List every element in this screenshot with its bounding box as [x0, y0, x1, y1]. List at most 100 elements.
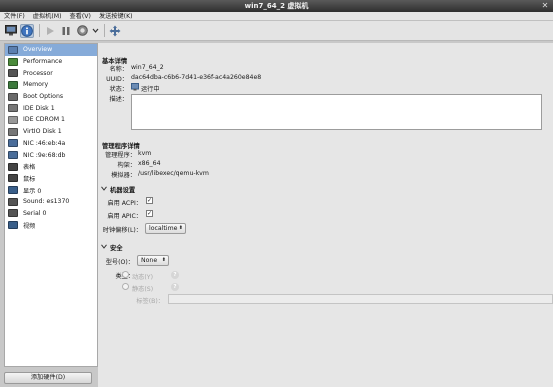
- clock-offset-value: localtime: [149, 225, 178, 232]
- run-button[interactable]: [43, 24, 57, 38]
- sidebar-item-label: Memory: [23, 81, 49, 89]
- sidebar-item-label: NIC :9e:68:db: [23, 151, 66, 159]
- sidebar-item-ide-disk-1[interactable]: IDE Disk 1: [5, 102, 97, 114]
- sidebar-item-label: Boot Options: [23, 93, 64, 101]
- emulator-value: /usr/libexec/qemu-kvm: [138, 170, 209, 177]
- uuid-value: dac64dba-c6b6-7d41-e36f-ac4a260e84e8: [131, 74, 262, 81]
- tablet-icon: [8, 162, 18, 171]
- info-icon: [21, 24, 33, 37]
- mouse-icon: [8, 174, 18, 183]
- apic-checkbox[interactable]: ✓: [146, 210, 153, 217]
- network-icon: [8, 151, 18, 160]
- security-expander-icon[interactable]: [101, 244, 107, 249]
- clock-offset-label: 时钟偏移(L)：: [102, 227, 142, 234]
- hypervisor-label: 管理程序：: [105, 152, 136, 159]
- menu-vm[interactable]: 虚拟机(M): [33, 12, 62, 21]
- machine-settings-expander-icon[interactable]: [101, 186, 107, 191]
- serial-icon: [8, 209, 18, 218]
- sidebar-item-overview[interactable]: Overview: [5, 44, 97, 56]
- help-icon[interactable]: ?: [171, 271, 179, 279]
- sidebar-item-nic-9e-68-db[interactable]: NIC :9e:68:db: [5, 149, 97, 161]
- monitor-icon: [5, 25, 17, 36]
- sidebar-item-label: Serial 0: [23, 209, 47, 217]
- close-icon[interactable]: ✕: [540, 1, 550, 11]
- dynamic-label: 动态(Y): [132, 274, 153, 281]
- sidebar-item-ide-cdrom-1[interactable]: IDE CDROM 1: [5, 114, 97, 126]
- apic-label: 启用 APIC：: [107, 213, 142, 220]
- menu-send-key[interactable]: 发送按键(K): [99, 12, 133, 21]
- disk-icon: [8, 104, 18, 113]
- sidebar-item-label: VirtIO Disk 1: [23, 128, 62, 136]
- security-type-label: 类型：: [102, 271, 134, 280]
- add-hardware-button[interactable]: 添加硬件(D): [4, 372, 92, 384]
- uuid-label: UUID：: [106, 76, 128, 83]
- menu-view[interactable]: 查看(V): [70, 12, 91, 21]
- processor-icon: [8, 69, 18, 78]
- sidebar-item-label: Overview: [23, 46, 53, 54]
- machine-settings-heading: 机器设置: [110, 187, 136, 194]
- console-button[interactable]: [4, 24, 18, 38]
- sidebar-item-nic-46-eb-4a[interactable]: NIC :46:eb:4a: [5, 138, 97, 150]
- details-button[interactable]: [20, 23, 34, 38]
- sidebar-item-label: IDE Disk 1: [23, 104, 55, 112]
- security-model-label: 型号(O)：: [105, 259, 134, 266]
- power-icon: [76, 25, 88, 36]
- fullscreen-button[interactable]: [108, 24, 122, 38]
- hypervisor-value: kvm: [138, 150, 152, 157]
- sidebar-item-label: 表格: [23, 164, 36, 172]
- spinner-arrows-icon: ⬍: [178, 225, 183, 231]
- sound-icon: [8, 197, 18, 206]
- sidebar-item-表格[interactable]: 表格: [5, 161, 97, 173]
- sidebar-item-鼠标[interactable]: 鼠标: [5, 173, 97, 185]
- sidebar-item-label: 鼠标: [23, 175, 36, 183]
- network-icon: [8, 139, 18, 148]
- security-model-select[interactable]: None ⬍: [137, 255, 169, 266]
- description-textarea[interactable]: [131, 94, 542, 130]
- acpi-checkbox[interactable]: ✓: [146, 197, 153, 204]
- pause-icon: [62, 26, 70, 35]
- sidebar-item-serial-0[interactable]: Serial 0: [5, 208, 97, 220]
- security-label-input[interactable]: [168, 294, 553, 304]
- sidebar-item-performance[interactable]: Performance: [5, 56, 97, 68]
- overview-icon: [8, 45, 18, 54]
- sidebar-item-label: 显示 0: [23, 187, 42, 195]
- sidebar-item-显示-0[interactable]: 显示 0: [5, 184, 97, 196]
- architecture-label: 构架：: [117, 162, 136, 169]
- sidebar-item-virtio-disk-1[interactable]: VirtIO Disk 1: [5, 126, 97, 138]
- sidebar-item-processor[interactable]: Processor: [5, 67, 97, 79]
- chevron-down-icon: [92, 28, 98, 33]
- window-title: win7_64_2 虚拟机: [244, 2, 309, 10]
- security-heading: 安全: [110, 245, 123, 252]
- toolbar-separator: [104, 24, 105, 37]
- shutdown-menu-button[interactable]: [91, 24, 99, 38]
- sidebar-item-label: Performance: [23, 58, 63, 66]
- toolbar: [0, 21, 553, 41]
- menu-file[interactable]: 文件(F): [4, 12, 25, 21]
- dynamic-radio[interactable]: [122, 271, 129, 278]
- sidebar-item-memory[interactable]: Memory: [5, 79, 97, 91]
- security-model-value: None: [141, 257, 158, 264]
- toolbar-separator: [39, 24, 40, 37]
- video-icon: [8, 221, 18, 230]
- status-value: 运行中: [141, 86, 160, 93]
- memory-icon: [8, 80, 18, 89]
- clock-offset-select[interactable]: localtime ⬍: [145, 223, 186, 234]
- pause-button[interactable]: [59, 24, 73, 38]
- window-titlebar: win7_64_2 虚拟机 ✕: [0, 0, 553, 12]
- shutdown-button[interactable]: [75, 24, 89, 38]
- sidebar-item-视频[interactable]: 视频: [5, 219, 97, 231]
- hardware-list: Overview Performance Processor Memory Boot O…: [4, 43, 98, 367]
- static-radio[interactable]: [122, 283, 129, 290]
- sidebar-item-label: Processor: [23, 69, 53, 77]
- disk-icon: [8, 127, 18, 136]
- sidebar-item-label: 视频: [23, 222, 36, 230]
- cdrom-icon: [8, 115, 18, 124]
- spinner-arrows-icon: ⬍: [161, 257, 166, 263]
- status-label: 状态：: [109, 86, 128, 93]
- name-value: win7_64_2: [131, 64, 164, 71]
- sidebar-item-boot-options[interactable]: Boot Options: [5, 91, 97, 103]
- help-icon[interactable]: ?: [171, 283, 179, 291]
- running-status-icon: [131, 83, 139, 91]
- sidebar-item-sound-es1370[interactable]: Sound: es1370: [5, 196, 97, 208]
- description-label: 描述：: [109, 96, 128, 103]
